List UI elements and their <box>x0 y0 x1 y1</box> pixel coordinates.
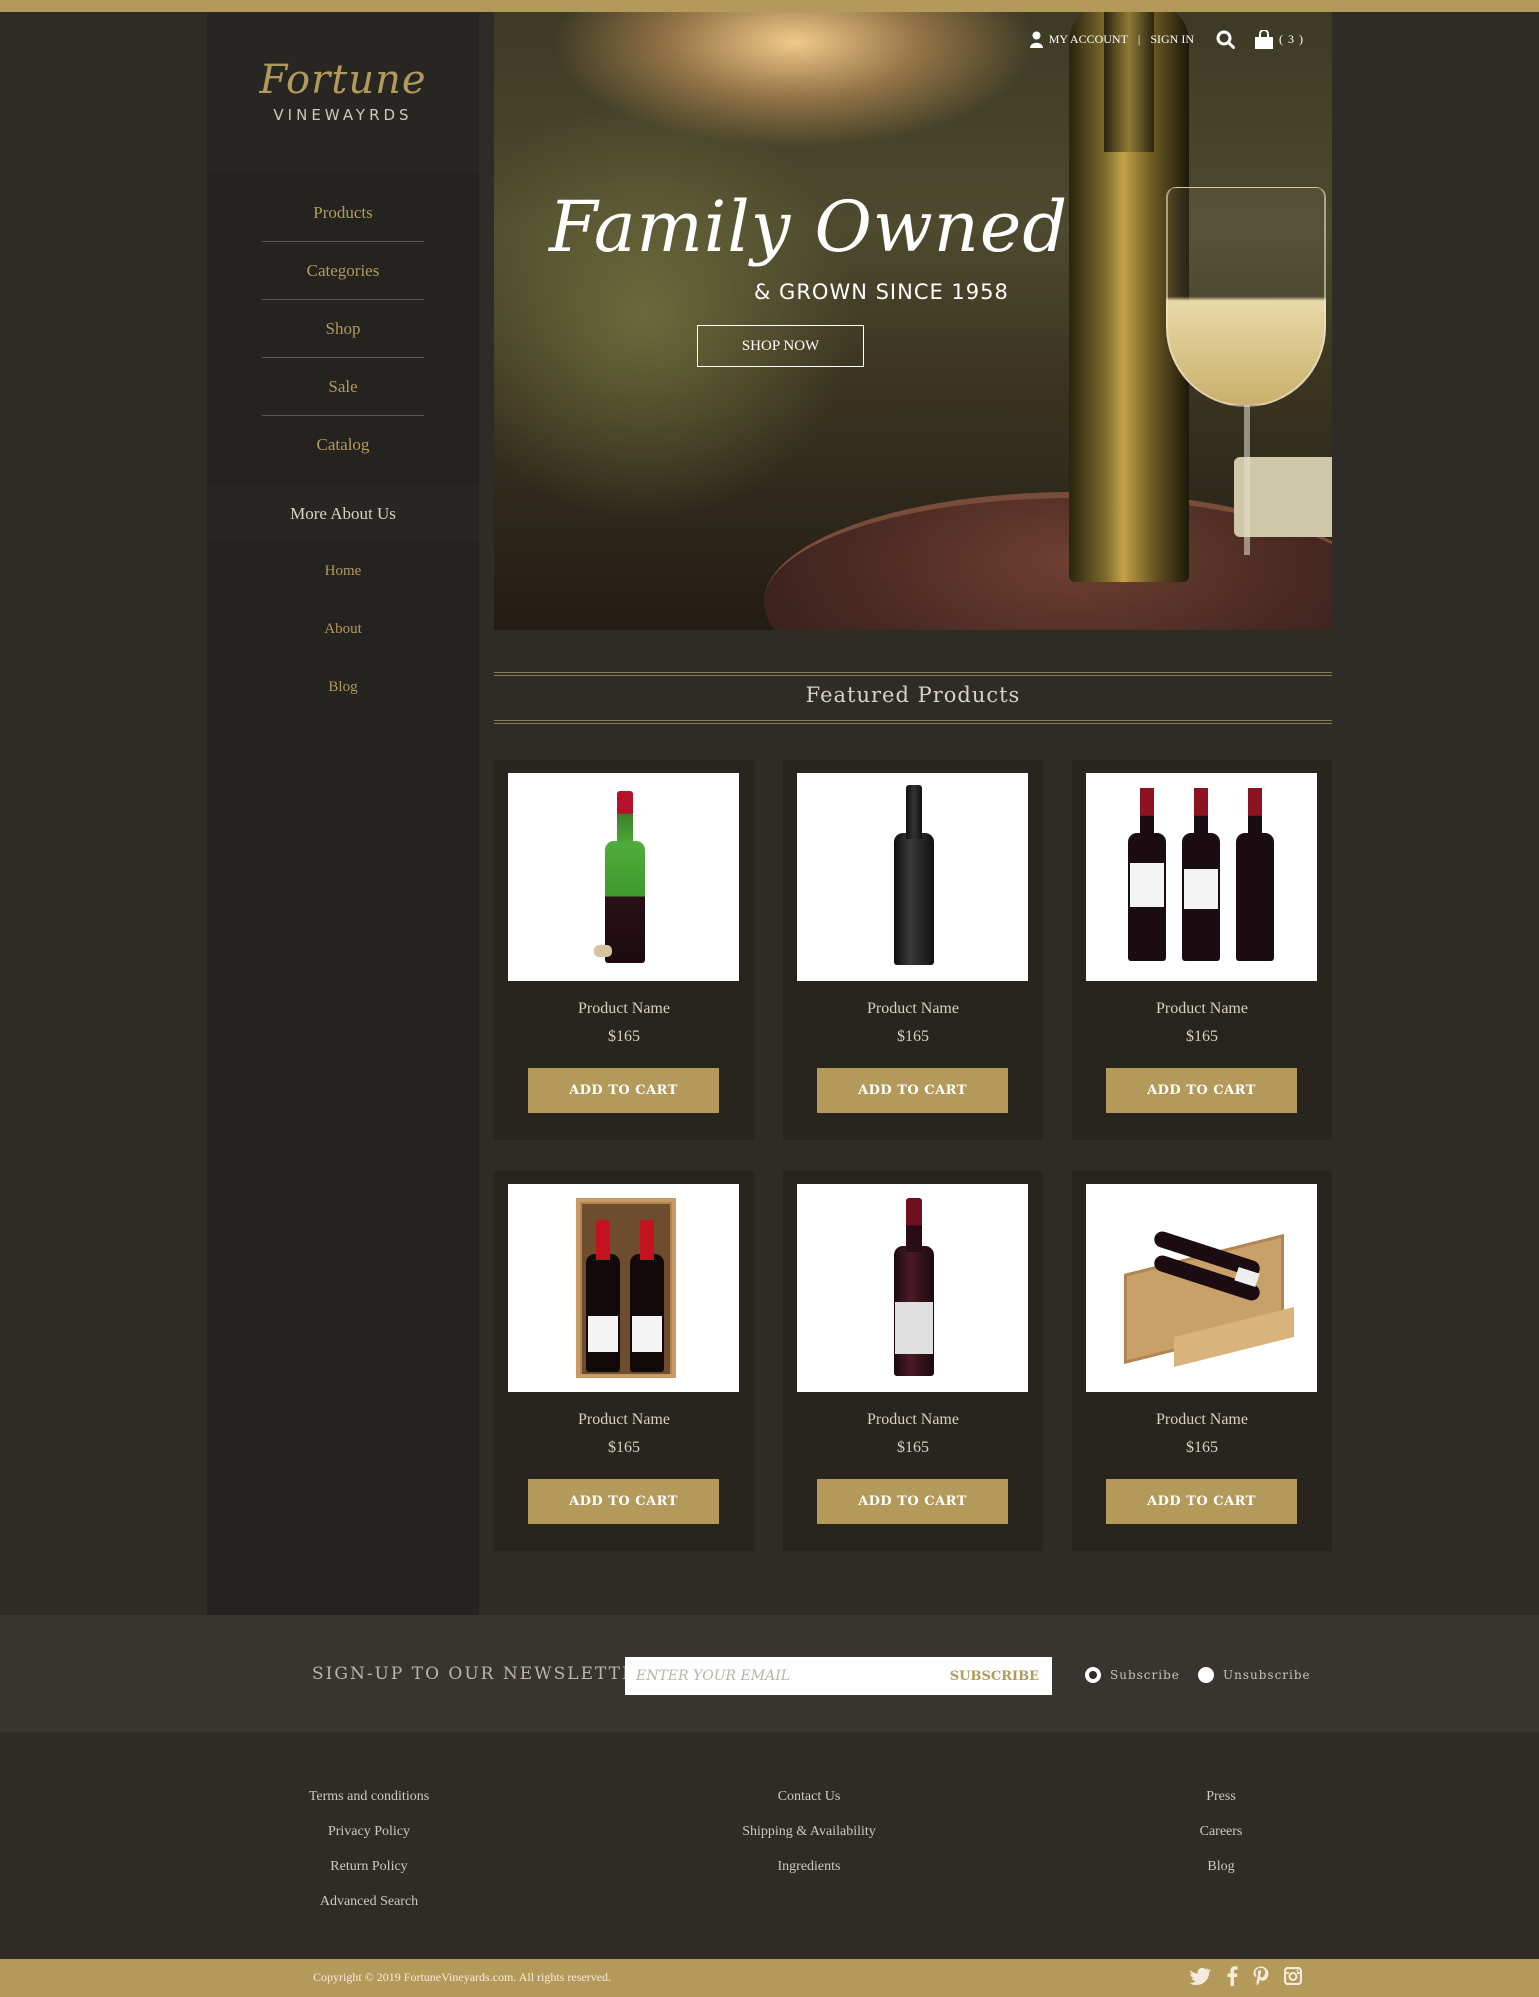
footer-link-press[interactable]: Press <box>1121 1788 1321 1823</box>
sidebar-item-shop[interactable]: Shop <box>262 300 424 358</box>
pinterest-icon[interactable] <box>1252 1966 1270 1990</box>
footer-link-shipping[interactable]: Shipping & Availability <box>709 1823 909 1858</box>
radio-selected-icon <box>1085 1667 1101 1683</box>
logo-subtext: VINEWAYRDS <box>273 106 413 124</box>
hero-subtitle: & GROWN SINCE 1958 <box>754 280 1009 304</box>
product-price: $165 <box>608 1028 640 1045</box>
unsubscribe-radio[interactable]: Unsubscribe <box>1198 1667 1311 1683</box>
footer-column-3: Press Careers Blog <box>1121 1788 1321 1893</box>
product-image-black-bottle[interactable] <box>797 773 1028 981</box>
product-image-red-bottle[interactable] <box>797 1184 1028 1392</box>
product-card: Product Name $165 ADD TO CART <box>1072 760 1332 1140</box>
bottom-bar: Copyright © 2019 FortuneVineyards.com. A… <box>0 1959 1539 1997</box>
product-price: $165 <box>1186 1028 1218 1045</box>
footer-column-2: Contact Us Shipping & Availability Ingre… <box>709 1788 909 1893</box>
top-accent-bar <box>0 0 1539 12</box>
product-image-gift-box[interactable] <box>508 1184 739 1392</box>
logo-script-text: Fortune <box>259 57 427 103</box>
sidebar-item-categories[interactable]: Categories <box>262 242 424 300</box>
product-card: Product Name $165 ADD TO CART <box>494 760 754 1140</box>
add-to-cart-button[interactable]: ADD TO CART <box>817 1068 1008 1113</box>
sidebar-item-sale[interactable]: Sale <box>262 358 424 416</box>
product-price: $165 <box>1186 1439 1218 1456</box>
my-account-label: MY ACCOUNT <box>1048 32 1128 46</box>
subscribe-radio[interactable]: Subscribe <box>1085 1667 1180 1683</box>
add-to-cart-button[interactable]: ADD TO CART <box>528 1479 719 1524</box>
footer-link-return[interactable]: Return Policy <box>269 1858 469 1893</box>
sign-in-link[interactable]: SIGN IN <box>1150 32 1194 47</box>
add-to-cart-button[interactable]: ADD TO CART <box>1106 1479 1297 1524</box>
product-name[interactable]: Product Name <box>494 1411 754 1429</box>
footer-link-blog[interactable]: Blog <box>1121 1858 1321 1893</box>
footer-column-1: Terms and conditions Privacy Policy Retu… <box>269 1788 469 1928</box>
newsletter-label: SIGN-UP TO OUR NEWSLETTER <box>312 1664 652 1684</box>
footer-link-privacy[interactable]: Privacy Policy <box>269 1823 469 1858</box>
product-image-wooden-crate[interactable] <box>1086 1184 1317 1392</box>
add-to-cart-button[interactable]: ADD TO CART <box>528 1068 719 1113</box>
product-card: Product Name $165 ADD TO CART <box>1072 1171 1332 1551</box>
footer-link-contact[interactable]: Contact Us <box>709 1788 909 1823</box>
logo[interactable]: Fortune VINEWAYRDS <box>207 12 479 174</box>
product-image-green-bottle[interactable] <box>508 773 739 981</box>
cart-count: ( 3 ) <box>1279 32 1304 46</box>
account-bar: MY ACCOUNT | SIGN IN ( 3 ) <box>1029 30 1304 49</box>
wine-glass-stem <box>1244 405 1250 555</box>
facebook-icon[interactable] <box>1226 1966 1238 1990</box>
subscribe-button[interactable]: SUBSCRIBE <box>950 1669 1039 1684</box>
footer-links: Terms and conditions Privacy Policy Retu… <box>0 1732 1539 1960</box>
sidebar-item-blog[interactable]: Blog <box>207 658 479 716</box>
featured-rule-top <box>494 672 1332 676</box>
add-to-cart-button[interactable]: ADD TO CART <box>1106 1068 1297 1113</box>
unsubscribe-radio-label: Unsubscribe <box>1223 1668 1311 1682</box>
add-to-cart-button[interactable]: ADD TO CART <box>817 1479 1008 1524</box>
cart-button[interactable]: ( 3 ) <box>1255 30 1304 49</box>
product-name[interactable]: Product Name <box>1072 1000 1332 1018</box>
product-name[interactable]: Product Name <box>494 1000 754 1018</box>
sidebar-item-home[interactable]: Home <box>207 542 479 600</box>
product-card: Product Name $165 ADD TO CART <box>783 760 1043 1140</box>
product-card: Product Name $165 ADD TO CART <box>783 1171 1043 1551</box>
social-links <box>1189 1966 1303 1990</box>
featured-title: Featured Products <box>805 683 1021 707</box>
newsletter-section: SIGN-UP TO OUR NEWSLETTER SUBSCRIBE Subs… <box>0 1615 1539 1732</box>
more-about-heading: More About Us <box>207 486 479 542</box>
footer-link-ingredients[interactable]: Ingredients <box>709 1858 909 1893</box>
sidebar-item-about[interactable]: About <box>207 600 479 658</box>
shop-now-button[interactable]: SHOP NOW <box>697 325 864 367</box>
product-price: $165 <box>897 1028 929 1045</box>
twitter-icon[interactable] <box>1189 1967 1212 1990</box>
product-image-three-bottles[interactable] <box>1086 773 1317 981</box>
hero-title: Family Owned <box>549 186 1069 268</box>
product-price: $165 <box>897 1439 929 1456</box>
copyright-text: Copyright © 2019 FortuneVineyards.com. A… <box>313 1970 612 1984</box>
shopping-bag-icon <box>1255 30 1273 49</box>
search-icon[interactable] <box>1216 30 1235 49</box>
sidebar: Fortune VINEWAYRDS Products Categories S… <box>207 12 479 1615</box>
subscribe-radio-label: Subscribe <box>1110 1668 1180 1682</box>
account-separator: | <box>1137 32 1141 46</box>
footer-link-terms[interactable]: Terms and conditions <box>269 1788 469 1823</box>
sidebar-nav: Products Categories Shop Sale Catalog <box>207 184 479 474</box>
product-card: Product Name $165 ADD TO CART <box>494 1171 754 1551</box>
sidebar-item-products[interactable]: Products <box>262 184 424 242</box>
hero-banner: MY ACCOUNT | SIGN IN ( 3 ) Family Owned … <box>494 12 1332 630</box>
instagram-icon[interactable] <box>1283 1966 1303 1989</box>
product-name[interactable]: Product Name <box>783 1411 1043 1429</box>
user-icon <box>1029 31 1043 48</box>
email-input[interactable] <box>636 1668 916 1684</box>
featured-rule-bottom <box>494 720 1332 724</box>
newsletter-form: SUBSCRIBE <box>625 1657 1052 1695</box>
footer-link-careers[interactable]: Careers <box>1121 1823 1321 1858</box>
product-name[interactable]: Product Name <box>783 1000 1043 1018</box>
wine-glass-image <box>1166 187 1326 407</box>
product-name[interactable]: Product Name <box>1072 1411 1332 1429</box>
footer-link-advanced-search[interactable]: Advanced Search <box>269 1893 469 1928</box>
radio-unselected-icon <box>1198 1667 1214 1683</box>
product-price: $165 <box>608 1439 640 1456</box>
account-link[interactable]: MY ACCOUNT <box>1029 31 1128 48</box>
sidebar-item-catalog[interactable]: Catalog <box>262 416 424 474</box>
